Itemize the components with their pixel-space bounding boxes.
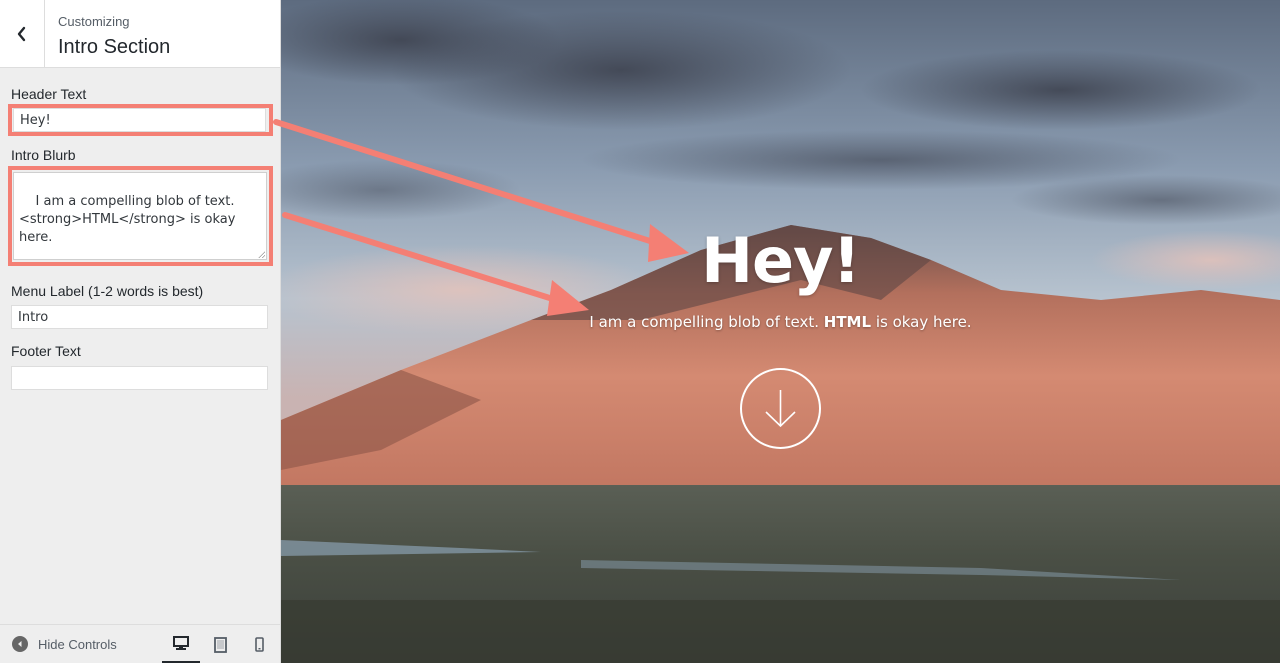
back-button[interactable] (0, 0, 45, 68)
preview-tablet-button[interactable] (201, 625, 239, 663)
tablet-icon (213, 636, 227, 653)
intro-blurb-label: Intro Blurb (11, 147, 76, 163)
mobile-icon (254, 637, 264, 652)
header-text-input[interactable] (13, 108, 266, 132)
intro-blurb-textarea[interactable]: I am a compelling blob of text. <strong>… (13, 172, 267, 260)
arrow-down-icon (765, 390, 796, 428)
preview-mobile-button[interactable] (240, 625, 278, 663)
hero-blurb-text: I am a compelling blob of text. (589, 313, 824, 331)
desktop-icon (173, 635, 189, 650)
customizer-sidebar: Customizing Intro Section Header Text In… (0, 0, 281, 663)
header-text-label: Header Text (11, 86, 87, 102)
intro-blurb-value: I am a compelling blob of text. <strong>… (19, 194, 236, 245)
hero-blurb-tail: is okay here. (871, 313, 972, 331)
hero-background-image (281, 0, 1280, 663)
chevron-left-icon (17, 26, 26, 42)
customizing-label: Customizing (58, 14, 130, 29)
footer-text-input[interactable] (11, 366, 268, 390)
hide-controls-button[interactable]: Hide Controls (12, 636, 117, 652)
preview-desktop-button[interactable] (162, 625, 200, 663)
hero-title: Hey! (701, 224, 861, 297)
site-preview: Hey! I am a compelling blob of text. HTM… (281, 0, 1280, 663)
sidebar-header: Customizing Intro Section (0, 0, 280, 68)
hero-blurb: I am a compelling blob of text. HTML is … (281, 313, 1280, 331)
footer-text-label: Footer Text (11, 343, 81, 359)
menu-label-input[interactable] (11, 305, 268, 329)
sidebar-footer: Hide Controls (0, 624, 280, 663)
hide-controls-label: Hide Controls (38, 636, 117, 652)
section-title: Intro Section (58, 36, 171, 58)
menu-label-label: Menu Label (1-2 words is best) (11, 283, 204, 299)
hero-blurb-strong: HTML (823, 313, 872, 331)
resize-handle[interactable] (258, 251, 265, 258)
scroll-down-button[interactable] (740, 368, 821, 449)
collapse-icon (12, 636, 28, 652)
